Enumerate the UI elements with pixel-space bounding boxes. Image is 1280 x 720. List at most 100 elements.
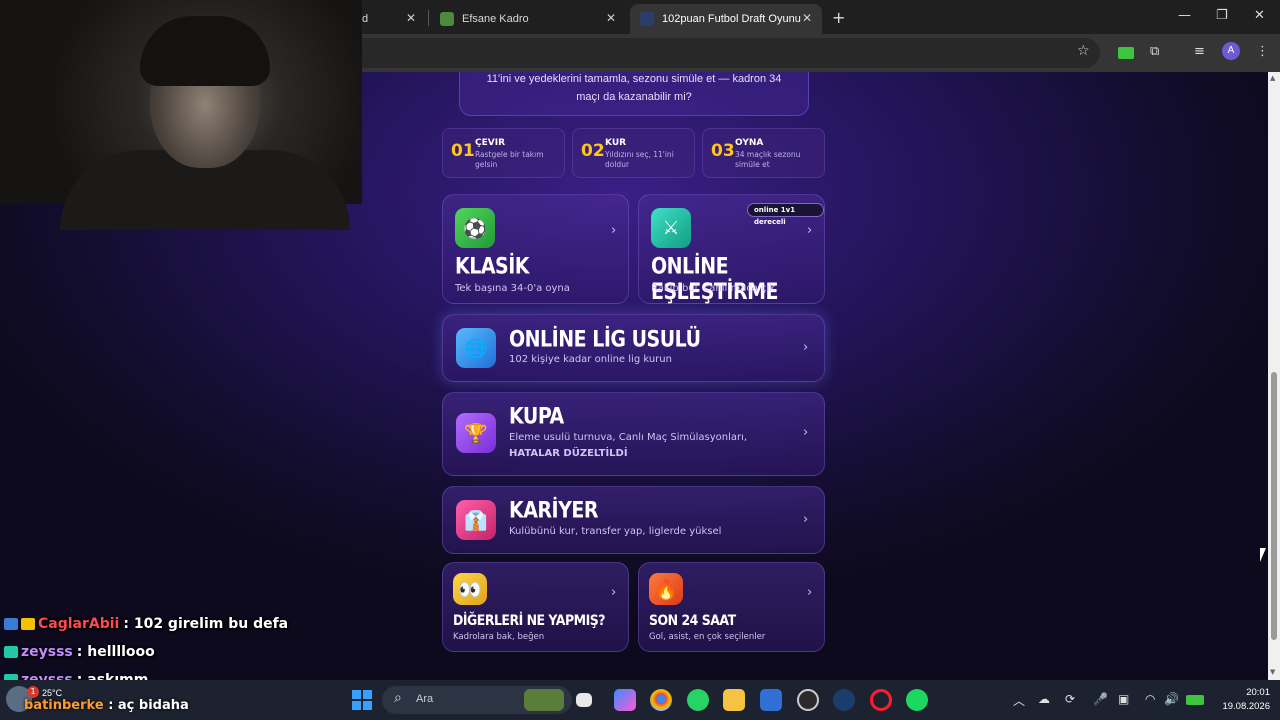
store-icon[interactable] [760,689,782,711]
mode-desc: 102 kişiye kadar online lig kurun [509,354,672,365]
close-icon[interactable]: ✕ [606,11,616,25]
menu-icon[interactable]: ⋮ [1256,44,1269,59]
chevron-right-icon: › [611,585,617,600]
spotify-icon[interactable] [906,689,928,711]
step-number: 03 [711,141,735,161]
globe-icon: 🌐 [456,328,496,368]
mouse-cursor-icon [1260,548,1266,562]
tray-chevron-icon[interactable]: ︿ [1013,692,1025,709]
intro-text-line: maçı da kazanabilir mi? [576,91,692,103]
steam-icon[interactable] [833,689,855,711]
scroll-up-icon[interactable]: ▲ [1270,74,1275,82]
clock-date: 19.08.2026 [1222,701,1270,712]
mode-title: KLASİK [455,254,530,280]
mode-card-online[interactable]: ⚔ online 1v1 dereceli › ONLİNE EŞLEŞTİRM… [638,194,825,305]
mode-desc: Eleme usulü turnuva, Canlı Maç Simülasyo… [509,432,748,443]
search-highlight-image [524,689,564,711]
tab-efsane-kadro[interactable]: Efsane Kadro ✕ [430,4,626,34]
scroll-thumb[interactable] [1271,372,1277,640]
step-desc: Rastgele bir takım gelsin [475,150,544,169]
battery-icon[interactable] [1186,695,1204,705]
chat-text: : 102 girelim bu defa [123,616,289,632]
cloud-off-icon[interactable]: ☁ [1038,692,1050,706]
copilot-icon[interactable] [614,689,636,711]
search-label: Ara [416,693,434,705]
card-desc: Kadrolara bak, beğen [453,632,545,642]
mode-card-klasik[interactable]: ⚽ › KLASİK Tek başına 34-0'a oyna [442,194,629,304]
chevron-right-icon: › [803,425,809,440]
page-scrollbar[interactable]: ▲ ▼ [1268,72,1280,680]
mode-card-online-lig[interactable]: 🌐 ONLİNE LİG USULÜ 102 kişiye kadar onli… [442,314,825,382]
mode-card-kariyer[interactable]: 👔 KARİYER Kulübünü kur, transfer yap, li… [442,486,825,554]
microphone-icon[interactable]: 🎤 [1093,692,1108,706]
address-bar[interactable] [330,38,1100,68]
chat-message: CaglarAbii : 102 girelim bu defa [4,610,288,638]
close-icon[interactable]: ✕ [802,11,812,25]
eyes-icon: 👀 [453,573,487,605]
badge-icon [4,646,18,658]
volume-icon[interactable]: 🔊 [1164,692,1179,706]
intro-box: 11'ini ve yedeklerini tamamla, sezonu si… [459,72,809,116]
step-title: OYNA [735,138,764,148]
step-kur: 02 KUR Yıldızını seç, 11'ini doldur [572,128,695,178]
file-explorer-icon[interactable] [723,689,745,711]
task-view-icon[interactable] [576,693,592,707]
clock-time: 20:01 [1246,687,1270,698]
display-icon[interactable]: ▣ [1118,692,1129,706]
fire-icon: 🔥 [649,573,683,605]
chat-message: zeysss : hellllooo [4,638,288,666]
wifi-icon[interactable]: ◠ [1145,692,1155,706]
close-icon[interactable]: ✕ [406,11,416,25]
taskbar-search[interactable]: ⌕ Ara [382,686,572,714]
system-clock[interactable]: 20:01 19.08.2026 [1210,686,1270,714]
obs-icon[interactable] [797,689,819,711]
card-son-24-saat[interactable]: 🔥 › SON 24 SAAT Gol, asist, en çok seçil… [638,562,825,652]
mode-title: KUPA [509,404,564,430]
step-title: KUR [605,138,627,148]
search-icon: ⌕ [394,690,402,706]
step-oyna: 03 OYNA 34 maçlık sezonu simüle et [702,128,825,178]
opera-icon[interactable] [870,689,892,711]
chat-username: zeysss [21,644,73,660]
mode-title: ONLİNE EŞLEŞTİRME [651,254,778,305]
tab-102puan[interactable]: 102puan Futbol Draft Oyunu ✕ [630,4,822,34]
chat-text: : aç bidaha [108,698,189,713]
whatsapp-icon[interactable] [687,689,709,711]
media-icon[interactable]: ≡ [1194,44,1205,59]
mode-desc: Rakip bul, canlı maça çık [651,283,776,294]
sync-icon[interactable]: ⟳ [1065,692,1075,706]
minimize-icon[interactable]: — [1178,8,1191,23]
windows-taskbar: 1 25°C batinberke : aç bidaha ⌕ Ara ︿ ☁ … [0,680,1280,720]
tab-divider [428,10,429,26]
window-close-icon[interactable]: ✕ [1254,8,1265,23]
step-title: ÇEVIR [475,138,505,148]
windows-start-icon[interactable] [352,690,372,710]
chat-username: CaglarAbii [38,616,120,632]
webcam-person-hair [140,16,270,86]
extension-icon[interactable] [1118,47,1134,59]
step-desc: Yıldızını seç, 11'ini doldur [605,150,674,169]
mode-desc: Kulübünü kur, transfer yap, liglerde yük… [509,526,722,537]
notification-badge: 1 [27,686,39,698]
puzzle-icon[interactable]: ⧉ [1150,44,1159,59]
star-icon[interactable]: ☆ [1077,43,1090,59]
soccer-ball-icon: ⚽ [455,208,495,248]
crossed-swords-icon: ⚔ [651,208,691,248]
chevron-right-icon: › [807,223,813,238]
site-favicon-icon [440,12,454,26]
profile-icon[interactable]: A [1222,42,1240,60]
new-tab-button[interactable]: + [832,8,845,27]
chrome-icon[interactable] [650,689,672,711]
mode-desc: Tek başına 34-0'a oyna [455,283,570,294]
manager-icon: 👔 [456,500,496,540]
chat-message: batinberke : aç bidaha [24,698,189,713]
trophy-icon: 🏆 [456,413,496,453]
tab-title: 102puan Futbol Draft Oyunu [662,13,801,25]
scroll-down-icon[interactable]: ▼ [1270,668,1275,676]
mode-card-kupa[interactable]: 🏆 KUPA Eleme usulü turnuva, Canlı Maç Si… [442,392,825,476]
step-number: 01 [451,141,475,161]
chevron-right-icon: › [807,585,813,600]
card-title: DİĞERLERİ NE YAPMIŞ? [453,611,605,629]
restore-icon[interactable]: ❐ [1216,8,1228,23]
card-digerleri[interactable]: 👀 › DİĞERLERİ NE YAPMIŞ? Kadrolara bak, … [442,562,629,652]
